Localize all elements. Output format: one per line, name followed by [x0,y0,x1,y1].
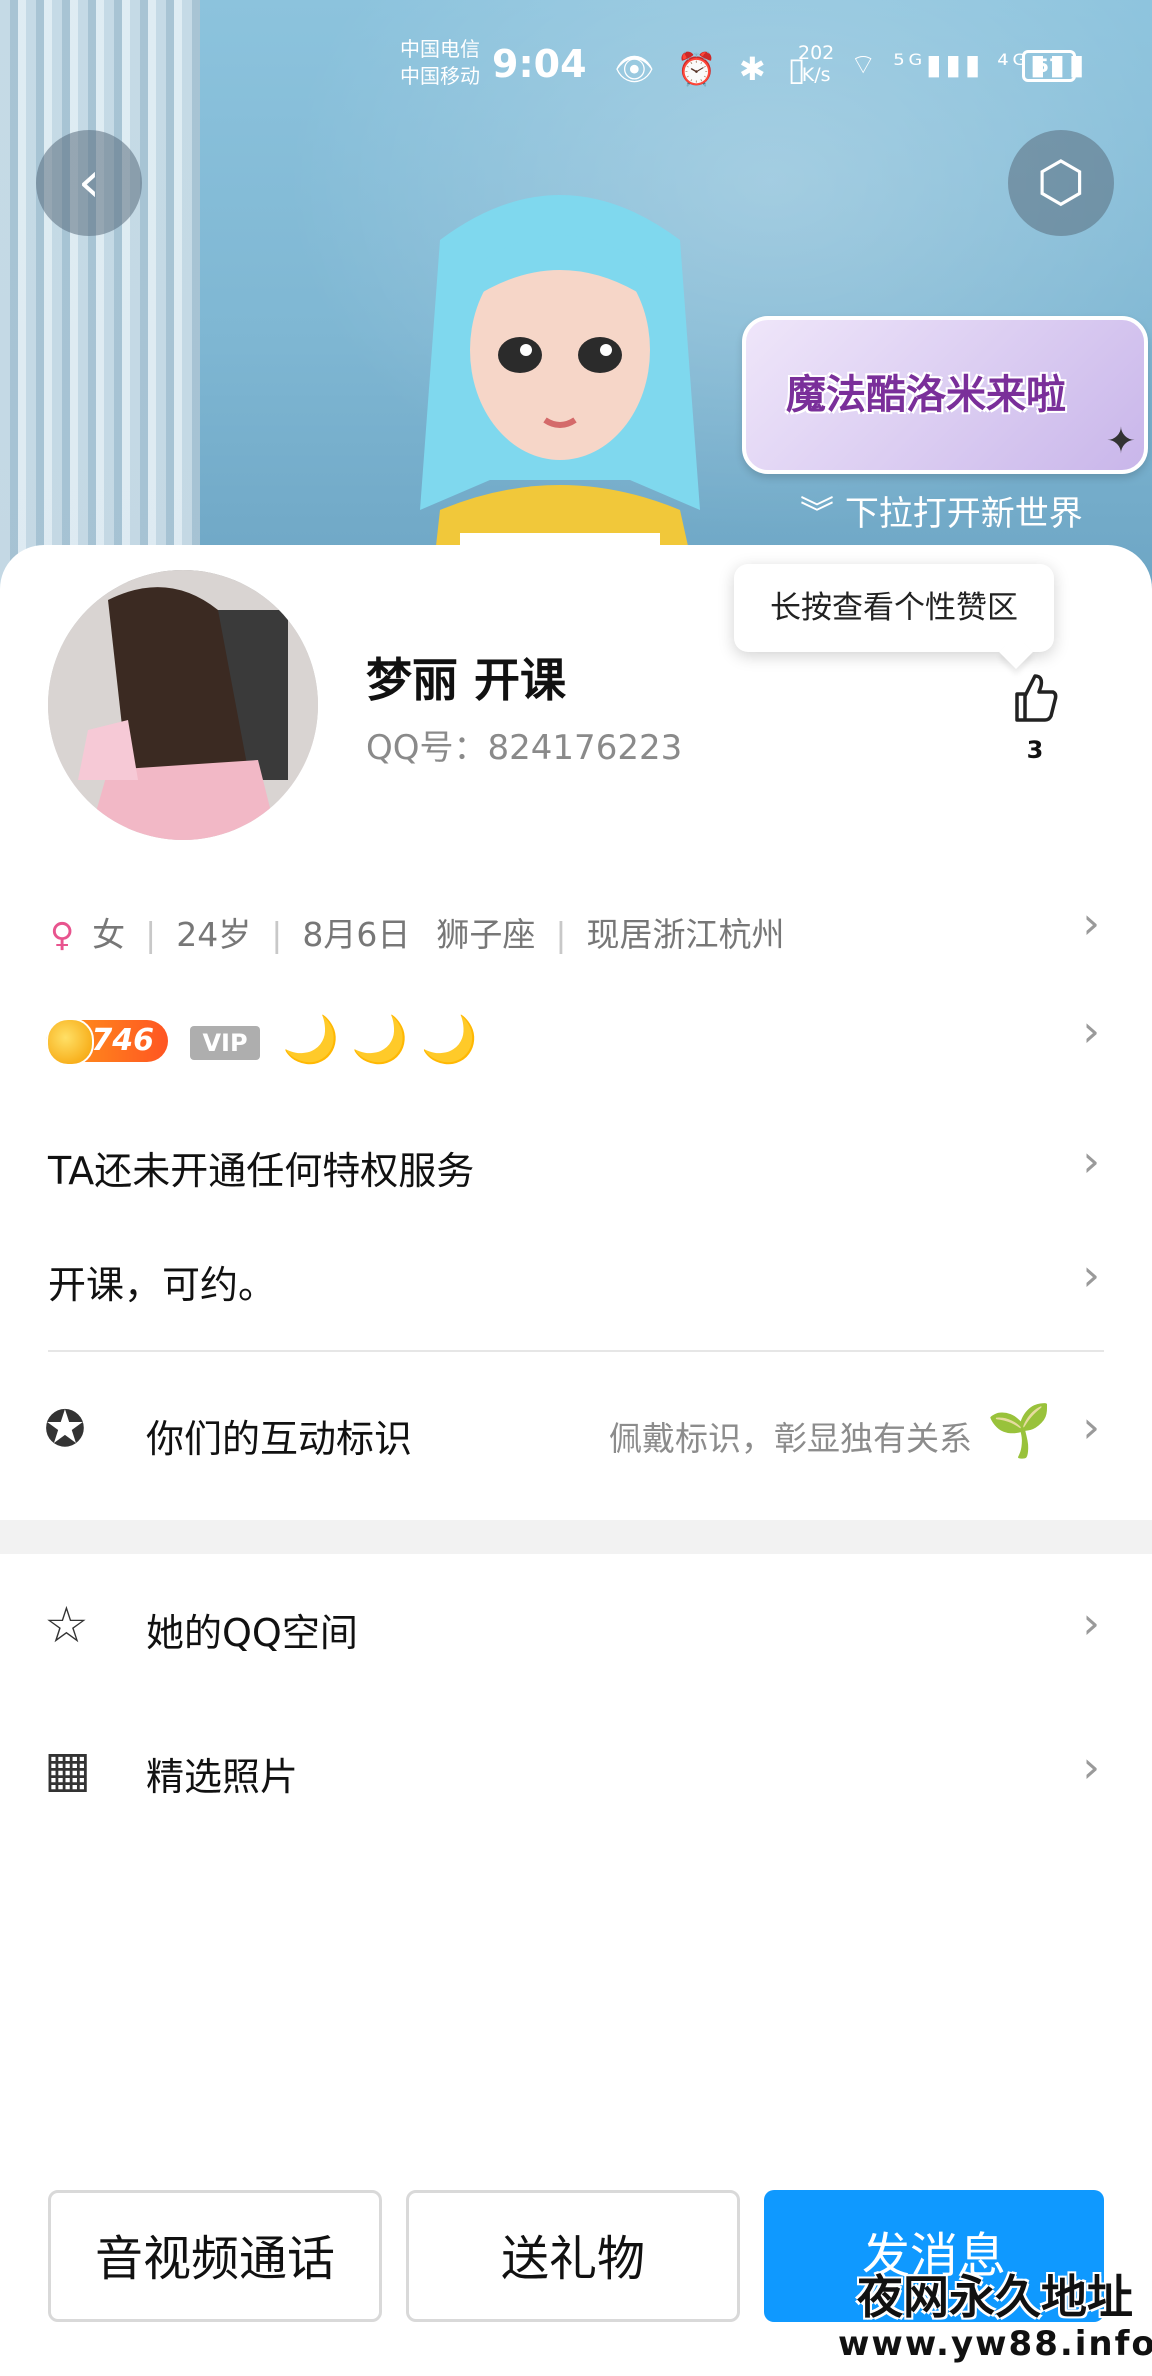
qq-number: 824176223 [487,728,683,768]
qzone-row[interactable]: ☆ 她的QQ空间 › [0,1596,1152,1666]
privilege-row[interactable]: TA还未开通任何特权服务 › [0,1136,1152,1200]
send-gift-button[interactable]: 送礼物 [406,2190,740,2322]
profile-cover[interactable]: 中国电信 中国移动 9:04 👁 ⏰ ✱ ▯ 202 K/s ⌔ ⁵ᴳ▮▮▮ ⁴… [0,0,1152,600]
profile-name: 梦丽 开课 [366,653,567,707]
birthday-text: 8月6日 [302,915,411,954]
basic-info: ♀ 女 | 24岁 | 8月6日 狮子座 | 现居浙江杭州 [50,908,785,956]
kuromi-banner[interactable]: 魔法酷洛米来啦 ✦ [742,316,1148,474]
location-text: 现居浙江杭州 [586,915,785,954]
qzone-star-icon: ☆ [44,1596,89,1654]
zodiac-text: 狮子座 [436,915,536,954]
net-speed-value: 202 [798,42,835,64]
net-speed-unit: K/s [801,64,831,86]
photos-label: 精选照片 [146,1755,299,1799]
section-divider [48,1350,1104,1352]
level-row[interactable]: 746 VIP 🌙🌙🌙 › [0,1006,1152,1078]
chevron-right-icon: › [1082,1250,1100,1301]
section-gap [0,1520,1152,1554]
like-tooltip: 长按查看个性赞区 [734,564,1054,652]
like-count: 3 [1026,736,1044,764]
divider: | [271,915,283,954]
status-bar: 中国电信 中国移动 9:04 👁 ⏰ ✱ ▯ 202 K/s ⌔ ⁵ᴳ▮▮▮ ⁴… [0,28,1152,108]
avatar-photo [48,570,318,840]
badge-star-icon: ✪ [44,1400,86,1458]
pull-down-hint[interactable]: ︾ 下拉打开新世界 [800,486,1083,535]
interaction-hint: 佩戴标识，彰显独有关系 [609,1419,972,1458]
chevron-right-icon: › [1082,1006,1100,1057]
interaction-badge-row[interactable]: ✪ 你们的互动标识 佩戴标识，彰显独有关系 🌱 › [0,1400,1152,1470]
female-icon: ♀ [50,915,75,954]
gender-text: 女 [92,915,126,954]
watermark: 夜网永久地址 www.yw88.info [838,2270,1152,2364]
basic-info-row[interactable]: ♀ 女 | 24岁 | 8月6日 狮子座 | 现居浙江杭州 › [0,898,1152,962]
net-speed: 202 K/s [798,42,834,86]
cube-icon: ⬡ [1036,150,1086,215]
chevron-right-icon: › [1082,898,1100,949]
status-time: 9:04 [492,42,587,86]
carrier-labels: 中国电信 中国移动 [400,36,480,90]
grid-icon: ▦ [44,1740,92,1798]
back-arrow-icon: ‹ [77,150,101,215]
moon-icons: 🌙🌙🌙 [282,1012,490,1066]
kuromi-icon: ✦ [1105,421,1136,462]
cube-button[interactable]: ⬡ [1008,130,1114,236]
level-value: 746 [91,1023,154,1058]
double-chevron-down-icon: ︾ [800,494,834,534]
vip-badge: VIP [190,1026,260,1060]
pull-hint-text: 下拉打开新世界 [844,494,1083,534]
like-button[interactable]: 3 [1000,672,1070,764]
chevron-right-icon: › [1082,1402,1100,1453]
watermark-title: 夜网永久地址 [857,2270,1133,2324]
chevron-right-icon: › [1082,1136,1100,1187]
status-icons: 👁 ⏰ ✱ ▯ [614,50,812,88]
qzone-label: 她的QQ空间 [146,1611,358,1655]
privilege-text: TA还未开通任何特权服务 [48,1149,475,1193]
chevron-right-icon: › [1082,1598,1100,1649]
carrier-mobile: 中国移动 [400,64,480,88]
coin-icon [46,1018,94,1066]
age-text: 24岁 [176,915,252,954]
qq-label: QQ号： [366,728,488,768]
qq-number-line[interactable]: QQ号：824176223 [366,720,682,769]
photos-row[interactable]: ▦ 精选照片 › [0,1740,1152,1810]
interaction-label: 你们的互动标识 [146,1417,413,1461]
divider: | [555,915,567,954]
back-button[interactable]: ‹ [36,130,142,236]
video-call-button[interactable]: 音视频通话 [48,2190,382,2322]
carrier-telecom: 中国电信 [400,37,480,61]
level-badge: 746 [46,1018,168,1066]
divider: | [145,915,157,954]
thumbs-up-icon [1000,672,1070,736]
battery-icon: 57 [1022,50,1081,82]
signature-text: 开课，可约。 [48,1263,277,1307]
banner-title: 魔法酷洛米来啦 [786,372,1066,418]
sprout-icon: 🌱 [987,1401,1052,1461]
chevron-right-icon: › [1082,1742,1100,1793]
signature-row[interactable]: 开课，可约。 › [0,1250,1152,1314]
avatar[interactable] [48,570,318,840]
watermark-url: www.yw88.info [838,2324,1152,2364]
3d-avatar-figure [420,195,700,600]
